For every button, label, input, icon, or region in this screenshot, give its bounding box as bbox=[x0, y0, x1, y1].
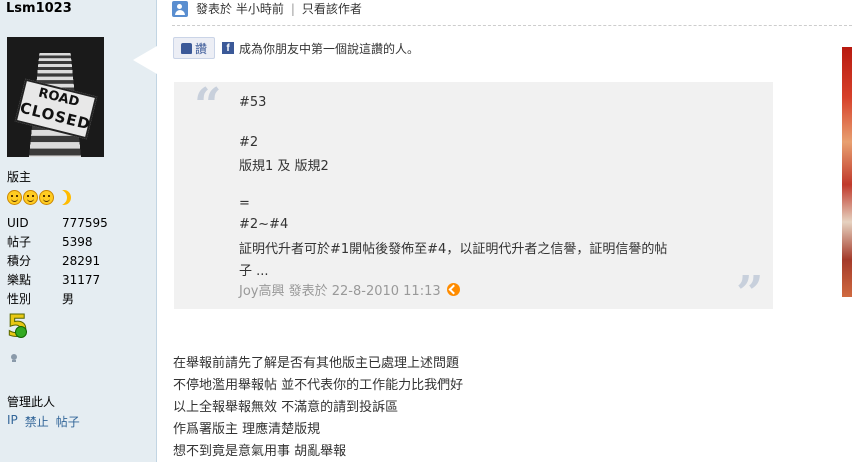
quote-block: “ #53 #2 版規1 及 版規2 = #2~#4 証明代升者可於#1開帖後發… bbox=[174, 78, 773, 318]
quote-line: 版規1 及 版規2 bbox=[239, 159, 329, 174]
stat-row-fun-points: 樂點 31177 bbox=[7, 270, 108, 289]
stat-row-uid: UID 777595 bbox=[7, 213, 108, 232]
jump-to-post-icon[interactable] bbox=[446, 283, 460, 296]
stat-label: 帖子 bbox=[7, 235, 32, 249]
stat-value: 28291 bbox=[62, 253, 101, 268]
post-time: 發表於 半小時前 bbox=[196, 2, 284, 16]
quote-line: 証明代升者可於#1開帖後發佈至#4，以証明代升者之信譽，証明信譽的帖 bbox=[239, 242, 668, 257]
smiley-rank-icon bbox=[39, 190, 54, 205]
quote-line: #2~#4 bbox=[239, 217, 289, 232]
stat-value: 男 bbox=[62, 292, 75, 306]
only-author-link[interactable]: 只看該作者 bbox=[302, 0, 362, 17]
stat-label: 積分 bbox=[7, 254, 32, 268]
admin-link-ip[interactable]: IP bbox=[7, 413, 18, 430]
admin-link-posts[interactable]: 帖子 bbox=[56, 413, 80, 430]
admin-link-ban[interactable]: 禁止 bbox=[25, 413, 49, 430]
quote-signature: Joy高興 發表於 22-8-2010 11:13 bbox=[239, 280, 460, 299]
facebook-icon: f bbox=[222, 42, 234, 54]
quote-line: #53 bbox=[239, 95, 267, 110]
thumbs-up-icon bbox=[180, 42, 192, 54]
level-badge-icon[interactable]: 5 bbox=[7, 309, 35, 345]
like-button-label: 讚 bbox=[194, 41, 207, 56]
close-quote-icon: ” bbox=[736, 266, 764, 322]
post-body-line: 作爲署版主 理應清楚版規 bbox=[173, 422, 321, 437]
stat-value: 31177 bbox=[62, 272, 101, 287]
stat-row-posts: 帖子 5398 bbox=[7, 232, 108, 251]
online-status-icon bbox=[11, 354, 17, 362]
user-online-icon bbox=[172, 0, 188, 17]
speech-bubble-notch bbox=[133, 46, 157, 74]
post-meta: 發表於 半小時前 | 只看該作者 bbox=[172, 0, 362, 17]
post-body-line: 以上全報舉報無效 不滿意的請到投訴區 bbox=[173, 400, 399, 415]
post-body-line: 在舉報前請先了解是否有其他版主已處理上述問題 bbox=[173, 356, 460, 371]
stat-label: 樂點 bbox=[7, 273, 32, 287]
meta-divider bbox=[172, 25, 852, 26]
stat-label: 性別 bbox=[7, 292, 32, 306]
avatar-sign: ROAD CLOSED bbox=[14, 78, 98, 140]
like-count-text: 成為你朋友中第一個說這讚的人。 bbox=[239, 41, 420, 56]
quote-line: = bbox=[239, 196, 250, 211]
post-body-line: 不停地濫用舉報帖 並不代表你的工作能力比我們好 bbox=[173, 378, 464, 393]
user-role: 版主 bbox=[7, 170, 32, 184]
avatar[interactable]: ROAD CLOSED bbox=[7, 37, 104, 157]
smiley-rank-icon bbox=[23, 190, 38, 205]
post-body: 在舉報前請先了解是否有其他版主已處理上述問題 不停地濫用舉報帖 並不代表你的工作… bbox=[173, 353, 463, 462]
post-body-line: 想不到竟是意氣用事 胡亂舉報 bbox=[173, 444, 347, 459]
admin-section-title: 管理此人 bbox=[7, 395, 56, 409]
stat-row-gender: 性別 男 bbox=[7, 289, 108, 308]
stat-value: 5398 bbox=[62, 234, 93, 249]
meta-separator: | bbox=[290, 1, 295, 16]
quote-line: #2 bbox=[239, 135, 259, 150]
open-quote-icon: “ bbox=[194, 78, 222, 134]
user-stats: UID 777595 帖子 5398 積分 28291 樂點 31177 性別 … bbox=[7, 213, 108, 308]
admin-links: IP 禁止 帖子 bbox=[7, 413, 80, 430]
facebook-like-row: 讚 f 成為你朋友中第一個說這讚的人。 bbox=[173, 37, 419, 59]
sidebar-advertisement[interactable] bbox=[842, 47, 852, 297]
like-button[interactable]: 讚 bbox=[173, 37, 215, 59]
quote-signature-text: Joy高興 發表於 22-8-2010 11:13 bbox=[239, 284, 441, 299]
smiley-rank-icon bbox=[7, 190, 22, 205]
stat-label: UID bbox=[7, 215, 29, 230]
moon-rank-icon bbox=[57, 190, 71, 205]
quote-line: 子 ... bbox=[239, 264, 269, 279]
stat-value: 777595 bbox=[62, 215, 108, 230]
stat-row-points: 積分 28291 bbox=[7, 251, 108, 270]
username[interactable]: Lsm1023 bbox=[6, 1, 72, 16]
badge-circle-icon bbox=[15, 326, 27, 338]
rank-icons bbox=[7, 190, 71, 208]
